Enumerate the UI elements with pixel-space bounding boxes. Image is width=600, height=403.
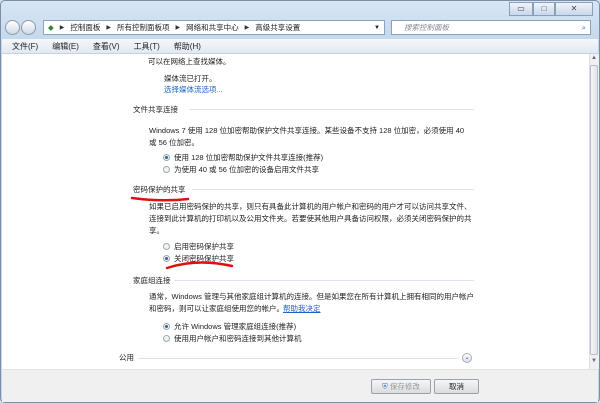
help-decide-link[interactable]: 帮助我决定 [283,303,321,314]
breadcrumb-item[interactable]: 高级共享设置 [255,22,300,33]
search-input[interactable]: 搜索控制面板 ⌕ [391,20,591,35]
divider [138,358,458,359]
radio-label[interactable]: 允许 Windows 管理家庭组连接(推荐) [174,321,296,332]
save-label: 保存修改 [389,382,420,391]
settings-content: 可以在网络上查找媒体。 媒体流已打开。 选择媒体流选项... 文件共享连接 Wi… [2,54,589,369]
homegroup-desc: 通常，Windows 管理与其他家庭组计算机的连接。但是如果您在所有计算机上拥有… [149,292,475,301]
scroll-up-icon[interactable]: ▲ [590,55,598,65]
radio-windows-manage[interactable] [163,323,170,330]
menu-tools[interactable]: 工具(T) [134,41,160,52]
menu-help[interactable]: 帮助(H) [174,41,201,52]
section-title-homegroup: 家庭组连接 [133,276,171,285]
scroll-down-icon[interactable]: ▼ [590,358,598,368]
breadcrumb-separator-icon: ▶ [59,25,65,31]
maximize-button[interactable]: □ [533,2,555,16]
footer: ⛨ 保存修改 取消 [2,369,598,402]
homegroup-desc: 和密码，则可以让家庭组使用您的帐户。 [149,304,284,313]
forward-button[interactable] [21,20,36,35]
search-placeholder: 搜索控制面板 [404,23,449,32]
breadcrumb-item[interactable]: 网络和共享中心 [186,22,239,33]
window: ▭ □ ✕ ◆ ▶ 控制面板 ▶ 所有控制面板项 ▶ 网络和共享中心 ▶ 高级共… [0,0,600,403]
breadcrumb-separator-icon: ▶ [106,25,112,31]
breadcrumb-item[interactable]: 控制面板 [70,22,100,33]
menu-file[interactable]: 文件(F) [12,41,38,52]
underline-disable-option [165,261,234,270]
radio-label[interactable]: 使用用户帐户和密码连接到其他计算机 [174,333,302,344]
minimize-button[interactable]: ▭ [509,2,533,16]
breadcrumb-separator-icon: ▶ [175,25,181,31]
shield-icon: ⛨ [382,382,388,391]
underline-password-title [130,196,190,202]
menu-bar: 文件(F) 编辑(E) 查看(V) 工具(T) 帮助(H) [2,39,598,54]
save-button[interactable]: ⛨ 保存修改 [371,379,431,394]
back-button[interactable] [5,20,20,35]
breadcrumb-item[interactable]: 所有控制面板项 [117,22,170,33]
dropdown-arrow-icon[interactable]: ▼ [374,25,380,31]
window-controls: ▭ □ ✕ [509,2,593,16]
breadcrumb-separator-icon: ▶ [244,25,250,31]
divider [174,280,474,281]
expand-chevron-icon[interactable]: ⌄ [462,353,472,363]
nav-buttons [5,20,36,35]
radio-user-accounts[interactable] [163,335,170,342]
cancel-button[interactable]: 取消 [434,379,479,394]
address-bar[interactable]: ◆ ▶ 控制面板 ▶ 所有控制面板项 ▶ 网络和共享中心 ▶ 高级共享设置 ▼ [43,20,385,35]
menu-view[interactable]: 查看(V) [93,41,120,52]
scrollbar-thumb[interactable] [590,65,598,355]
section-title-public: 公用 [119,353,134,362]
search-icon[interactable]: ⌕ [582,21,586,34]
menu-edit[interactable]: 编辑(E) [52,41,79,52]
close-button[interactable]: ✕ [555,2,593,16]
control-panel-icon: ◆ [48,23,54,32]
